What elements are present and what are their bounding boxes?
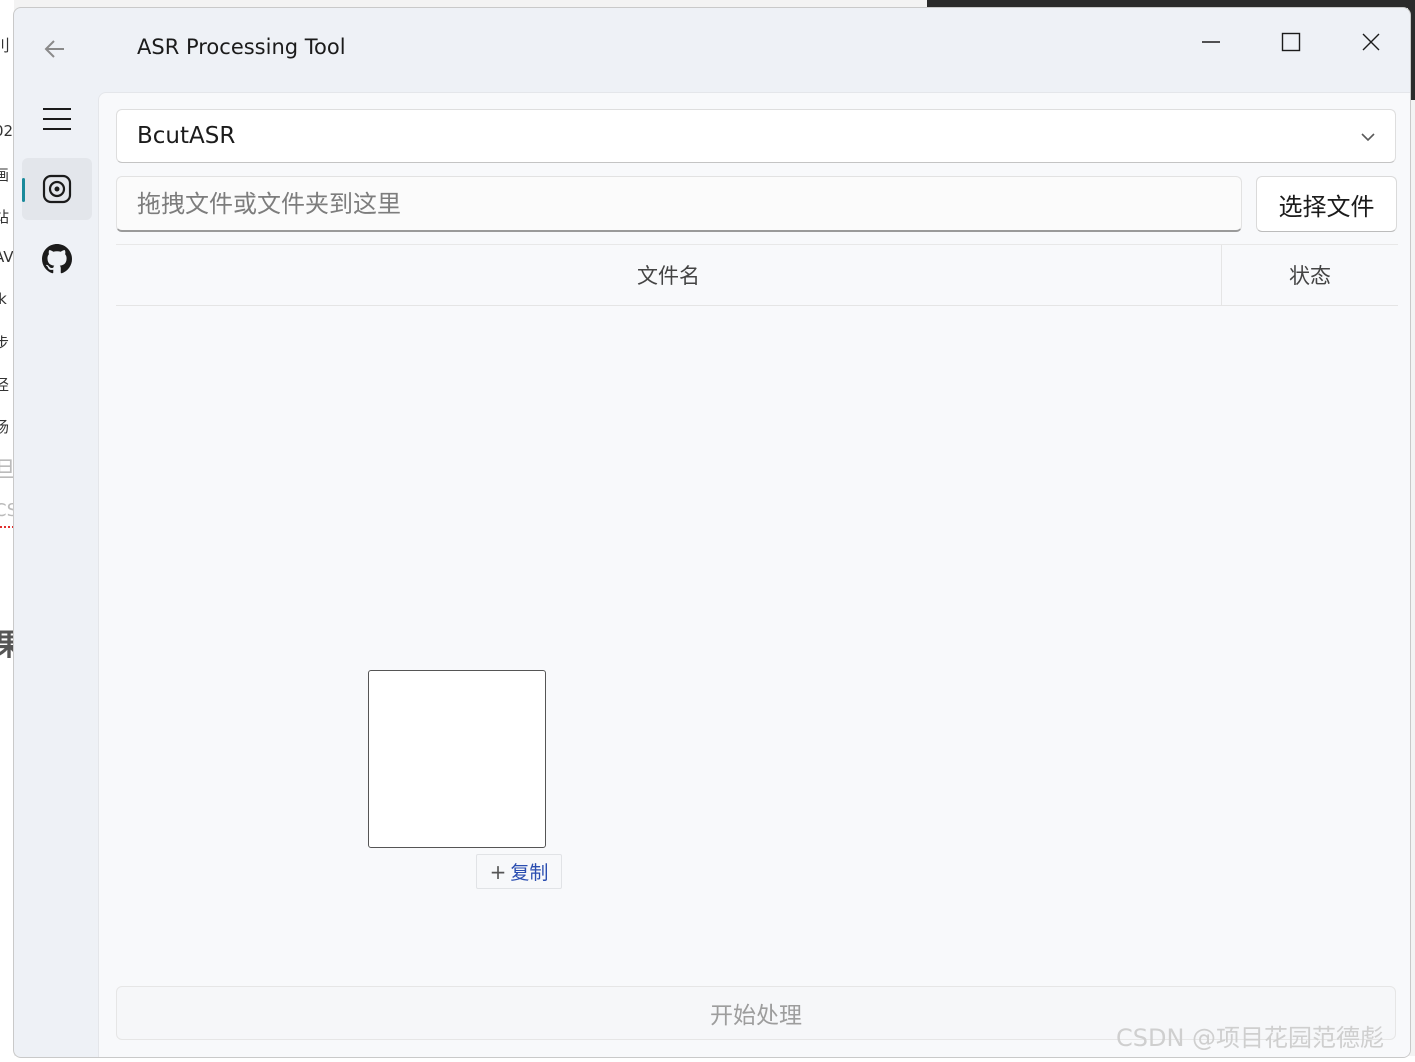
background-text: 果	[0, 620, 14, 664]
minimize-button[interactable]	[1188, 22, 1234, 62]
plus-icon: +	[489, 859, 507, 884]
spellcheck-underline	[0, 522, 14, 528]
file-path-input[interactable]	[117, 177, 1241, 230]
minimize-icon	[1202, 41, 1220, 43]
background-text: 步	[0, 334, 10, 352]
nav-item-github[interactable]	[22, 228, 92, 290]
title-bar: ASR Processing Tool	[14, 8, 1410, 92]
background-text: 径	[0, 376, 10, 394]
background-text: 画	[0, 166, 10, 184]
main-panel: BcutASR 选择文件 文件名 状态 + 复制 开始处理	[98, 92, 1410, 1057]
table-header: 文件名 状态	[116, 244, 1398, 306]
background-app: 刂 02 画 站 AV lk 步 径 场 旦 CS 果	[0, 0, 14, 1062]
background-text: 02	[0, 122, 14, 140]
file-table: 文件名 状态 + 复制	[116, 244, 1398, 974]
navigation-sidebar	[14, 92, 98, 1057]
back-button[interactable]	[36, 30, 74, 68]
background-text: 场	[0, 418, 10, 436]
hamburger-menu-icon	[43, 108, 71, 130]
column-header-filename[interactable]: 文件名	[116, 245, 1222, 305]
background-text: 站	[0, 208, 10, 226]
nav-item-asr[interactable]	[22, 158, 92, 220]
chevron-down-icon	[1361, 133, 1375, 142]
watermark: CSDN @项目花园范德彪	[1116, 1024, 1385, 1052]
maximize-icon	[1281, 32, 1301, 52]
active-indicator	[22, 178, 25, 202]
close-icon	[1362, 33, 1380, 51]
arrow-left-icon	[44, 40, 64, 58]
window-title: ASR Processing Tool	[137, 35, 346, 59]
maximize-button[interactable]	[1268, 22, 1314, 62]
asr-engine-value: BcutASR	[137, 123, 236, 149]
background-text: CS	[0, 500, 14, 521]
github-icon	[42, 244, 72, 274]
file-drop-field[interactable]	[116, 176, 1242, 232]
asr-engine-select[interactable]: BcutASR	[116, 109, 1396, 163]
record-icon	[42, 174, 72, 204]
close-button[interactable]	[1348, 22, 1394, 62]
blank-popup	[368, 670, 546, 848]
background-text: AV	[0, 248, 14, 266]
background-text: lk	[0, 290, 7, 308]
column-header-status[interactable]: 状态	[1222, 245, 1398, 305]
nav-menu-toggle[interactable]	[22, 88, 92, 150]
copy-button[interactable]: + 复制	[476, 854, 562, 889]
app-window: ASR Processing Tool BcutASR 选择文件	[13, 7, 1411, 1058]
background-text: 刂	[0, 36, 11, 55]
background-text: 旦	[0, 458, 14, 483]
select-file-button[interactable]: 选择文件	[1256, 176, 1397, 232]
copy-label: 复制	[510, 862, 549, 884]
